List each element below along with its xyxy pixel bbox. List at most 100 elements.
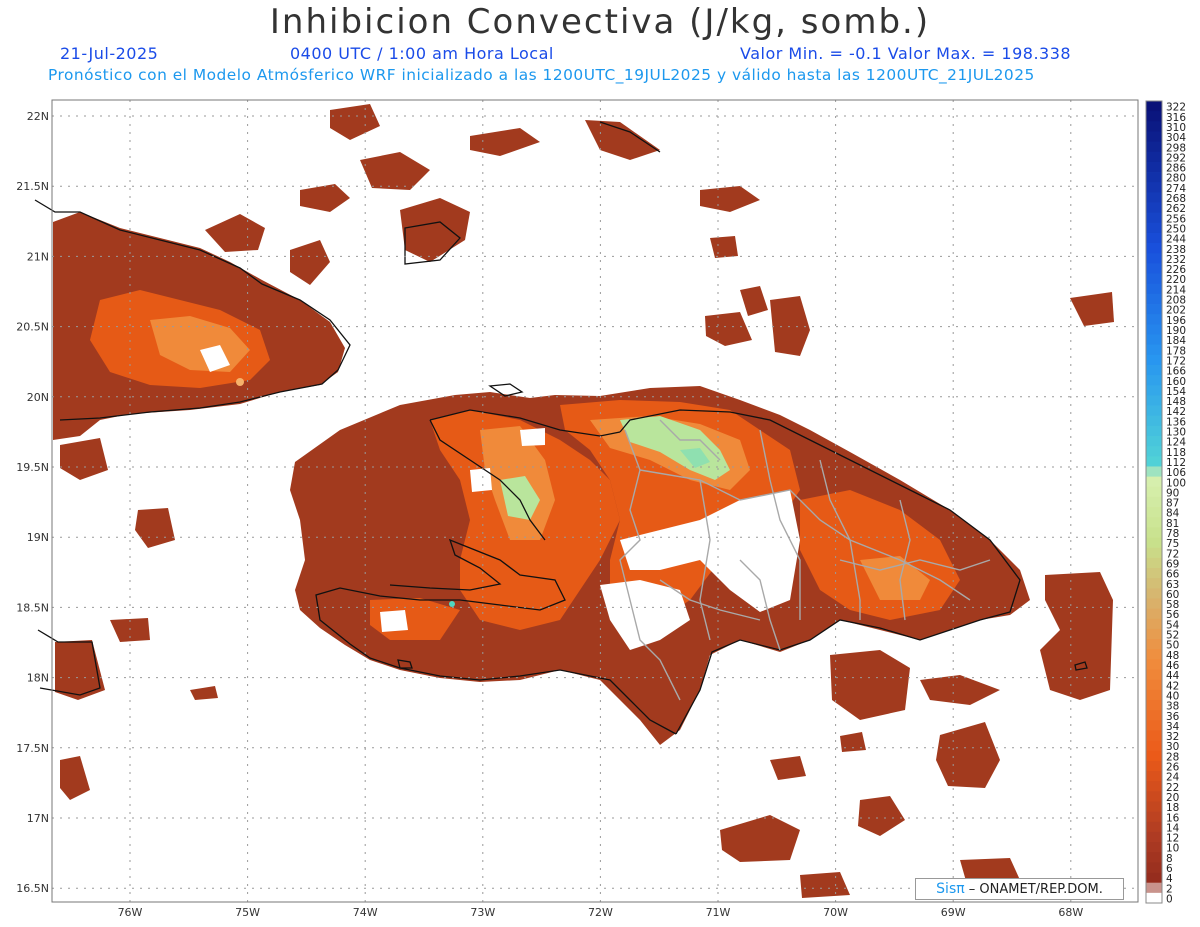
legend-swatch xyxy=(1146,222,1162,234)
legend-swatch xyxy=(1146,293,1162,305)
legend-swatch xyxy=(1146,760,1162,772)
lon-label: 75W xyxy=(235,906,260,919)
legend-swatch xyxy=(1146,892,1162,904)
legend-swatch xyxy=(1146,324,1162,335)
legend-swatch xyxy=(1146,304,1162,315)
legend-swatch xyxy=(1146,192,1162,203)
lon-label: 74W xyxy=(353,906,378,919)
legend-swatch xyxy=(1146,669,1162,681)
legend-swatch xyxy=(1146,872,1162,884)
legend-swatch xyxy=(1146,699,1162,711)
legend-swatch xyxy=(1146,395,1162,406)
lat-label: 22N xyxy=(27,110,49,123)
legend-swatch xyxy=(1146,842,1162,853)
lon-label: 76W xyxy=(118,906,143,919)
legend-swatch xyxy=(1146,212,1162,224)
legend-swatch xyxy=(1146,111,1162,122)
legend-swatch xyxy=(1146,263,1162,274)
legend-swatch xyxy=(1146,466,1162,478)
legend-swatch xyxy=(1146,801,1162,813)
legend-swatch xyxy=(1146,456,1162,467)
legend-swatch xyxy=(1146,446,1162,457)
legend-swatch xyxy=(1146,831,1162,843)
legend-swatch xyxy=(1146,730,1162,741)
legend-swatch xyxy=(1146,131,1162,143)
legend-swatch xyxy=(1146,557,1162,569)
legend-swatch xyxy=(1146,151,1162,163)
credit-box: Sisπ – ONAMET/REP.DOM. xyxy=(915,878,1124,900)
legend-swatch xyxy=(1146,649,1162,660)
lat-label: 18.5N xyxy=(16,601,49,614)
legend-swatch xyxy=(1146,750,1162,762)
legend-swatch xyxy=(1146,486,1162,498)
legend-swatch xyxy=(1146,161,1162,173)
legend-swatch xyxy=(1146,202,1162,214)
legend-swatch xyxy=(1146,781,1162,792)
lon-label: 69W xyxy=(941,906,966,919)
longitude-labels: 76W 75W 74W 73W 72W 71W 70W 69W 68W xyxy=(118,906,1084,919)
legend-swatch xyxy=(1146,862,1162,873)
legend-swatch xyxy=(1146,354,1162,366)
sis-logo-text: Sisπ xyxy=(936,881,965,897)
legend-label: 0 xyxy=(1166,894,1173,906)
color-legend: 3223163103042982922862802742682622562502… xyxy=(1145,100,1186,906)
legend-swatch xyxy=(1146,639,1162,650)
lon-label: 72W xyxy=(588,906,613,919)
lat-label: 17N xyxy=(27,812,49,825)
legend-swatch xyxy=(1146,436,1162,447)
legend-swatch xyxy=(1146,659,1162,670)
legend-swatch xyxy=(1146,791,1162,802)
legend-swatch xyxy=(1146,852,1162,863)
legend-swatch xyxy=(1146,314,1162,325)
legend-swatch xyxy=(1146,273,1162,285)
legend-swatch xyxy=(1146,537,1162,549)
lat-label: 21N xyxy=(27,250,49,263)
lon-label: 71W xyxy=(706,906,731,919)
lon-label: 73W xyxy=(470,906,495,919)
legend-swatch xyxy=(1146,740,1162,752)
legend-swatch xyxy=(1146,608,1162,620)
legend-swatch xyxy=(1146,598,1162,609)
legend-swatch xyxy=(1146,578,1162,589)
lat-label: 17.5N xyxy=(16,742,49,755)
legend-swatch xyxy=(1146,172,1162,183)
legend-swatch xyxy=(1146,182,1162,193)
legend-swatch xyxy=(1146,385,1162,396)
legend-swatch xyxy=(1146,821,1162,833)
legend-swatch xyxy=(1146,476,1162,488)
lat-label: 21.5N xyxy=(16,180,49,193)
legend-swatch xyxy=(1146,344,1162,356)
lat-label: 20.5N xyxy=(16,321,49,334)
legend-swatch xyxy=(1146,720,1162,731)
legend-swatch xyxy=(1146,375,1162,386)
legend-swatch xyxy=(1146,121,1162,132)
legend-swatch xyxy=(1146,283,1162,295)
legend-swatch xyxy=(1146,405,1162,417)
legend-swatch xyxy=(1146,527,1162,538)
lat-label: 18N xyxy=(27,672,49,685)
lat-label: 19.5N xyxy=(16,461,49,474)
legend-swatch xyxy=(1146,710,1162,721)
legend-swatch xyxy=(1146,771,1162,782)
legend-swatch xyxy=(1146,364,1162,376)
legend-swatch xyxy=(1146,588,1162,599)
legend-swatch xyxy=(1146,517,1162,528)
legend-swatch xyxy=(1146,415,1162,427)
legend-swatch xyxy=(1146,232,1162,244)
organization-text: – ONAMET/REP.DOM. xyxy=(964,882,1103,897)
latitude-labels: 22N 21.5N 21N 20.5N 20N 19.5N 19N 18.5N 18N 17.5N… xyxy=(16,110,49,895)
legend-swatch xyxy=(1146,253,1162,264)
lon-label: 68W xyxy=(1058,906,1083,919)
forecast-map: 22N 21.5N 21N 20.5N 20N 19.5N 19N 18.5N 18N 17.5N… xyxy=(16,99,1186,919)
lat-label: 16.5N xyxy=(16,882,49,895)
legend-swatch xyxy=(1146,882,1162,894)
legend-swatch xyxy=(1146,679,1162,691)
legend-swatch xyxy=(1146,507,1162,518)
legend-swatch xyxy=(1146,425,1162,437)
legend-swatch xyxy=(1146,628,1162,640)
lat-label: 20N xyxy=(27,391,49,404)
legend-swatch xyxy=(1146,243,1162,254)
legend-swatch xyxy=(1146,334,1162,346)
legend-swatch xyxy=(1146,496,1162,508)
legend-swatch xyxy=(1146,618,1162,630)
